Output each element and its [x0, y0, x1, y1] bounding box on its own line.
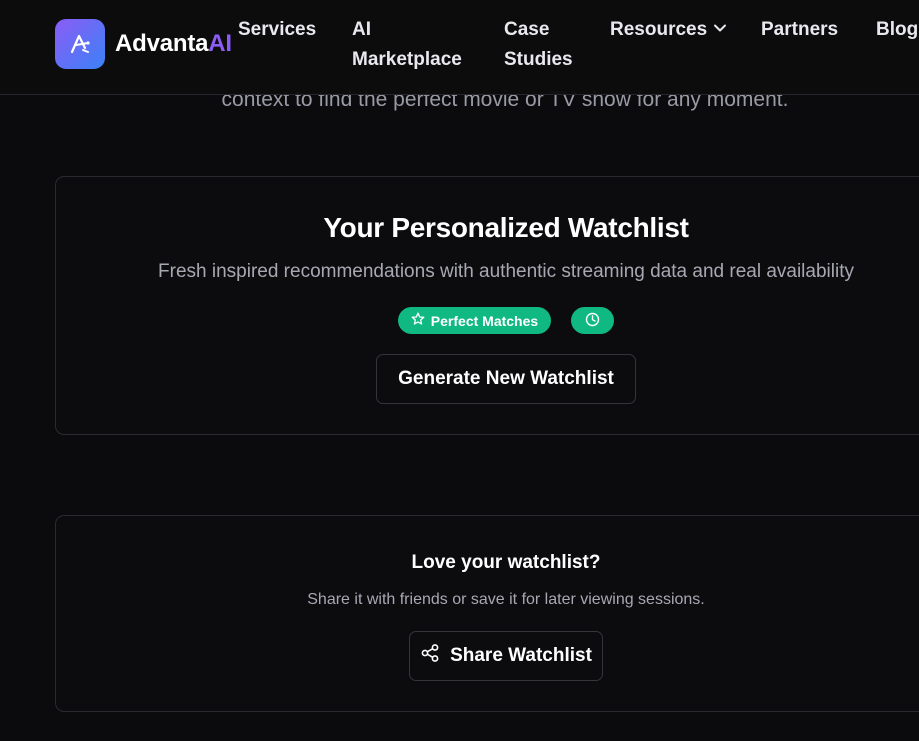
nav-blog[interactable]: Blog: [876, 15, 918, 45]
share-watchlist-label: Share Watchlist: [450, 645, 592, 666]
brand-logo[interactable]: AdvantaAI: [55, 19, 232, 69]
brand-name-accent: AI: [208, 30, 232, 57]
nav-partners[interactable]: Partners: [761, 15, 838, 45]
share-watchlist-button[interactable]: Share Watchlist: [409, 631, 603, 681]
brand-name-main: Advanta: [115, 30, 209, 57]
nav-ai-marketplace[interactable]: AI Marketplace: [352, 15, 482, 75]
nav-case-line2: Studies: [504, 49, 573, 70]
nav-case-line1: Case: [504, 19, 550, 40]
nav-services[interactable]: Services: [238, 15, 316, 45]
site-header: AdvantaAI Services AI Marketplace Case S…: [0, 0, 919, 95]
nav-ai-line2: Marketplace: [352, 49, 462, 70]
perfect-matches-label: Perfect Matches: [430, 312, 539, 329]
watchlist-title: Your Personalized Watchlist: [323, 212, 689, 243]
time-badge: [571, 307, 615, 334]
share-title: Love your watchlist?: [411, 552, 601, 573]
watchlist-badges: Perfect Matches: [56, 307, 919, 334]
brand-name: AdvantaAI: [115, 30, 232, 58]
share-card: Love your watchlist? Share it with frien…: [55, 515, 919, 712]
clock-icon: [585, 312, 600, 330]
nav-resources[interactable]: Resources: [610, 15, 727, 45]
logo-icon: [55, 19, 105, 69]
perfect-matches-badge: Perfect Matches: [397, 307, 552, 334]
share-icon: [420, 643, 440, 669]
share-subtitle: Share it with friends or save it for lat…: [307, 591, 705, 608]
watchlist-subtitle: Fresh inspired recommendations with auth…: [158, 261, 854, 282]
star-icon: [411, 312, 425, 329]
nav-case-studies[interactable]: Case Studies: [504, 15, 594, 75]
generate-watchlist-button[interactable]: Generate New Watchlist: [376, 354, 636, 404]
nav-resources-label: Resources: [610, 19, 708, 40]
watchlist-card: Your Personalized Watchlist Fresh inspir…: [55, 176, 919, 435]
nav-ai-line1: AI: [352, 19, 371, 40]
chevron-down-icon: [713, 15, 727, 45]
